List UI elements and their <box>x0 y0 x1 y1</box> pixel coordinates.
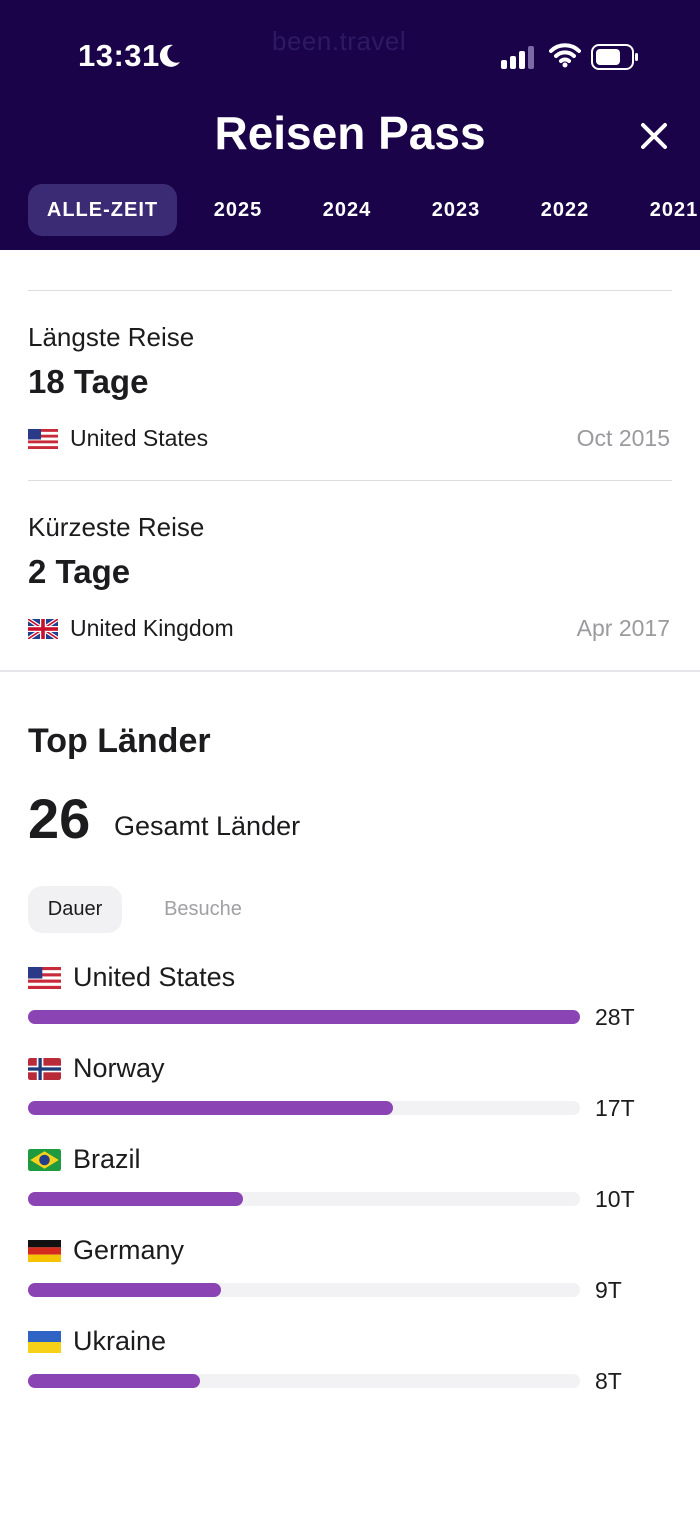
shortest-trip-value: 2 Tage <box>28 553 131 590</box>
toggle-visits-button[interactable]: Besuche <box>150 886 256 933</box>
cellular-signal-icon <box>501 45 537 69</box>
duration-bar <box>28 1010 580 1024</box>
norway-flag-icon <box>28 1057 61 1080</box>
top-countries-title: Top Länder <box>28 722 211 760</box>
shortest-trip-label: Kürzeste Reise <box>28 512 205 542</box>
duration-value: 8T <box>595 1368 622 1394</box>
duration-bar <box>28 1374 580 1388</box>
longest-trip-label: Längste Reise <box>28 322 195 352</box>
duration-bar <box>28 1283 580 1297</box>
duration-bar <box>28 1192 580 1206</box>
close-button[interactable] <box>634 116 674 156</box>
longest-trip-country-name: United States <box>70 425 209 451</box>
total-countries-label: Gesamt Länder <box>114 811 301 841</box>
country-name: United States <box>73 962 236 992</box>
uk-flag-icon <box>28 618 58 639</box>
duration-value: 17T <box>595 1095 635 1121</box>
brazil-flag-icon <box>28 1148 61 1171</box>
watermark: been.travel <box>272 26 407 56</box>
country-name: Brazil <box>73 1144 141 1174</box>
country-row-ukraine[interactable]: Ukraine <box>28 1326 166 1357</box>
longest-trip-value: 18 Tage <box>28 363 149 400</box>
status-bar: 13:31 been.travel <box>0 0 700 110</box>
ukraine-flag-icon <box>28 1330 61 1353</box>
country-row-norway[interactable]: Norway <box>28 1053 165 1084</box>
moon-icon <box>156 43 182 69</box>
tab-2025[interactable]: 2025 <box>196 184 280 236</box>
duration-value: 9T <box>595 1277 622 1303</box>
section-divider <box>0 670 700 672</box>
country-name: Norway <box>73 1053 165 1083</box>
tab-alle-zeit[interactable]: ALLE-ZEIT <box>28 184 177 236</box>
header: 13:31 been.travel Reisen Pass ALLE-ZEIT … <box>0 0 700 250</box>
duration-bar-fill <box>28 1192 243 1206</box>
country-row-germany[interactable]: Germany <box>28 1235 184 1266</box>
status-time: 13:31 <box>78 38 160 73</box>
year-tabs: ALLE-ZEIT 2025 2024 2023 2022 2021 <box>0 184 700 238</box>
us-flag-icon <box>28 966 61 989</box>
country-name: Germany <box>73 1235 185 1265</box>
longest-trip-date: Oct 2015 <box>576 425 670 451</box>
country-name: Ukraine <box>73 1326 167 1356</box>
divider <box>28 480 672 481</box>
duration-bar-fill <box>28 1010 580 1024</box>
shortest-trip-date: Apr 2017 <box>576 615 670 641</box>
duration-value: 10T <box>595 1186 635 1212</box>
longest-trip-country[interactable]: United States <box>28 425 208 452</box>
duration-bar-fill <box>28 1283 221 1297</box>
germany-flag-icon <box>28 1239 61 1262</box>
tab-2021[interactable]: 2021 <box>632 184 700 236</box>
shortest-trip-country[interactable]: United Kingdom <box>28 615 234 642</box>
duration-value: 28T <box>595 1004 635 1030</box>
duration-bar-fill <box>28 1101 393 1115</box>
us-flag-icon <box>28 428 58 449</box>
tab-2024[interactable]: 2024 <box>305 184 389 236</box>
total-countries-count: 26 <box>28 787 91 850</box>
tab-2023[interactable]: 2023 <box>414 184 498 236</box>
close-icon <box>641 123 667 149</box>
divider <box>28 290 672 291</box>
tab-2022[interactable]: 2022 <box>523 184 607 236</box>
battery-icon <box>591 44 639 70</box>
wifi-icon <box>549 42 581 68</box>
country-row-brazil[interactable]: Brazil <box>28 1144 141 1175</box>
duration-bar-fill <box>28 1374 200 1388</box>
duration-bar <box>28 1101 580 1115</box>
country-row-united-states[interactable]: United States <box>28 962 235 993</box>
page-title: Reisen Pass <box>214 107 486 159</box>
toggle-duration-button[interactable]: Dauer <box>28 886 122 933</box>
shortest-trip-country-name: United Kingdom <box>70 615 234 641</box>
